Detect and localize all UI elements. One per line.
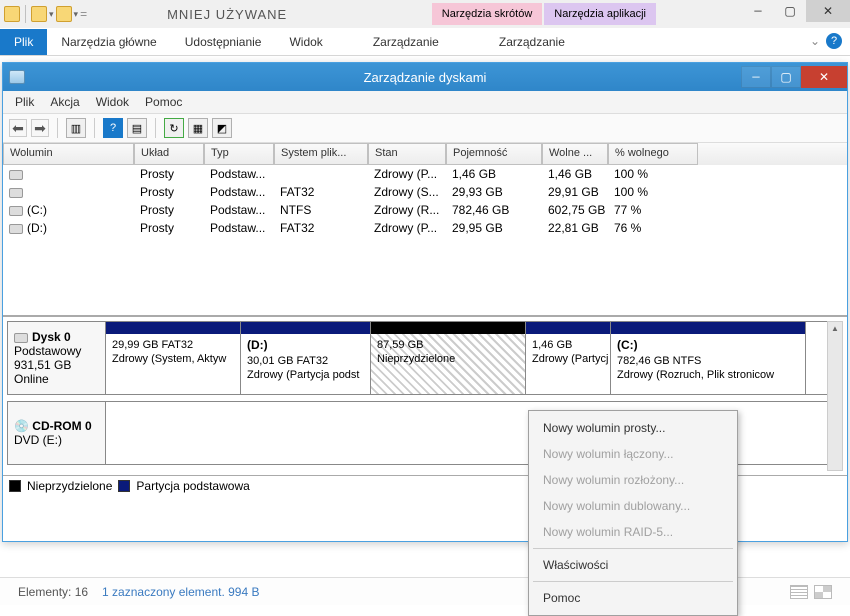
volume-row[interactable]: ProstyPodstaw...FAT32Zdrowy (S...29,93 G…	[3, 183, 847, 201]
partition-unallocated[interactable]: 87,59 GBNieprzydzielone	[371, 322, 526, 394]
menu-file[interactable]: Plik	[15, 95, 34, 109]
explorer-titlebar: ▾ ▾ = MNIEJ UŻYWANE Narzędzia skrótów Na…	[0, 0, 850, 28]
dm-maximize-button[interactable]: ▢	[771, 66, 801, 88]
view-switcher	[790, 585, 832, 599]
qat-folder-icon[interactable]	[4, 6, 20, 22]
status-selection: 1 zaznaczony element. 994 B	[102, 585, 259, 599]
minimize-button[interactable]: —	[742, 0, 774, 22]
close-button[interactable]: ✕	[806, 0, 850, 22]
volume-header: Wolumin Układ Typ System plik... Stan Po…	[3, 143, 847, 165]
menu-separator	[533, 581, 733, 582]
col-capacity[interactable]: Pojemność	[446, 143, 542, 165]
gv-scrollbar[interactable]	[827, 321, 843, 471]
menu-item: Nowy wolumin dublowany...	[529, 493, 737, 519]
chevron-down-icon[interactable]: ▾	[49, 9, 54, 20]
toolbar-button[interactable]: ◩	[212, 118, 232, 138]
qat-eq-icon: =	[80, 7, 87, 21]
menu-item: Nowy wolumin RAID-5...	[529, 519, 737, 545]
col-state[interactable]: Stan	[368, 143, 446, 165]
menu-item: Nowy wolumin łączony...	[529, 441, 737, 467]
context-menu: Nowy wolumin prosty...Nowy wolumin łączo…	[528, 410, 738, 616]
col-pct[interactable]: % wolnego	[608, 143, 698, 165]
chevron-down-icon[interactable]: ▾	[74, 9, 79, 20]
disk-label: Dysk 0 Podstawowy 931,51 GB Online	[8, 322, 106, 394]
back-button[interactable]: ⬅	[9, 119, 27, 137]
toolbar-help-button[interactable]: ?	[103, 118, 123, 138]
menu-item: Nowy wolumin rozłożony...	[529, 467, 737, 493]
dm-minimize-button[interactable]: —	[741, 66, 771, 88]
drive-icon	[9, 206, 23, 216]
menu-action[interactable]: Akcja	[50, 95, 79, 109]
volume-row[interactable]: (D:)ProstyPodstaw...FAT32Zdrowy (P...29,…	[3, 219, 847, 237]
context-tab-apps[interactable]: Narzędzia aplikacji	[544, 3, 656, 25]
legend-swatch-primary	[118, 480, 130, 492]
menu-separator	[533, 548, 733, 549]
view-icons-button[interactable]	[814, 585, 832, 599]
toolbar-button[interactable]: ▥	[66, 118, 86, 138]
menu-item[interactable]: Pomoc	[529, 585, 737, 611]
context-tab-shortcuts[interactable]: Narzędzia skrótów	[432, 3, 542, 25]
col-free[interactable]: Wolne ...	[542, 143, 608, 165]
toolbar-button[interactable]: ▦	[188, 118, 208, 138]
ribbon-tab-view[interactable]: Widok	[275, 29, 336, 55]
volume-row[interactable]: ProstyPodstaw...Zdrowy (P...1,46 GB1,46 …	[3, 165, 847, 183]
menu-view[interactable]: Widok	[96, 95, 129, 109]
window-controls: — ▢ ✕	[742, 0, 850, 22]
help-icon[interactable]: ?	[826, 33, 842, 49]
forward-button[interactable]: ➡	[31, 119, 49, 137]
drive-icon	[9, 170, 23, 180]
legend-swatch-unalloc	[9, 480, 21, 492]
cdrom-label: 💿 CD-ROM 0 DVD (E:)	[8, 402, 106, 464]
col-fs[interactable]: System plik...	[274, 143, 368, 165]
partition[interactable]: 1,46 GBZdrowy (Partycj	[526, 322, 611, 394]
col-type[interactable]: Typ	[204, 143, 274, 165]
legend-unalloc: Nieprzydzielone	[27, 479, 112, 493]
volume-list[interactable]: Wolumin Układ Typ System plik... Stan Po…	[3, 143, 847, 317]
qat-folder2-icon[interactable]	[31, 6, 47, 22]
ribbon-tab-home[interactable]: Narzędzia główne	[47, 29, 170, 55]
partition[interactable]: 29,99 GB FAT32Zdrowy (System, Aktyw	[106, 322, 241, 394]
window-title: MNIEJ UŻYWANE	[167, 7, 287, 22]
drive-icon	[9, 188, 23, 198]
maximize-button[interactable]: ▢	[774, 0, 806, 22]
toolbar-refresh-button[interactable]: ↻	[164, 118, 184, 138]
col-volume[interactable]: Wolumin	[3, 143, 134, 165]
ribbon-tab-file[interactable]: Plik	[0, 29, 47, 55]
ribbon-tab-share[interactable]: Udostępnianie	[171, 29, 276, 55]
dm-toolbar: ⬅ ➡ ▥ ? ▤ ↻ ▦ ◩	[3, 113, 847, 143]
col-layout[interactable]: Układ	[134, 143, 204, 165]
ribbon-expand-icon[interactable]: ⌄	[810, 34, 820, 48]
qat-folder3-icon[interactable]	[56, 6, 72, 22]
volume-row[interactable]: (C:)ProstyPodstaw...NTFSZdrowy (R...782,…	[3, 201, 847, 219]
drive-icon	[9, 224, 23, 234]
view-details-button[interactable]	[790, 585, 808, 599]
menu-item[interactable]: Właściwości	[529, 552, 737, 578]
status-count: Elementy: 16	[18, 585, 88, 599]
dm-menubar: Plik Akcja Widok Pomoc	[3, 91, 847, 113]
ribbon-tab-manage1[interactable]: Zarządzanie	[359, 29, 453, 55]
dm-titlebar[interactable]: Zarządzanie dyskami — ▢ ✕	[3, 63, 847, 91]
dm-close-button[interactable]: ✕	[801, 66, 847, 88]
disk-row[interactable]: Dysk 0 Podstawowy 931,51 GB Online 29,99…	[7, 321, 843, 395]
legend-primary: Partycja podstawowa	[136, 479, 249, 493]
ribbon-tab-manage2[interactable]: Zarządzanie	[485, 29, 579, 55]
partition[interactable]: (D:)30,01 GB FAT32Zdrowy (Partycja podst	[241, 322, 371, 394]
ribbon: Plik Narzędzia główne Udostępnianie Wido…	[0, 28, 850, 56]
partition[interactable]: (C:)782,46 GB NTFSZdrowy (Rozruch, Plik …	[611, 322, 806, 394]
dm-app-icon	[9, 70, 25, 84]
menu-item[interactable]: Nowy wolumin prosty...	[529, 415, 737, 441]
menu-help[interactable]: Pomoc	[145, 95, 182, 109]
dm-title: Zarządzanie dyskami	[364, 70, 487, 85]
toolbar-button[interactable]: ▤	[127, 118, 147, 138]
